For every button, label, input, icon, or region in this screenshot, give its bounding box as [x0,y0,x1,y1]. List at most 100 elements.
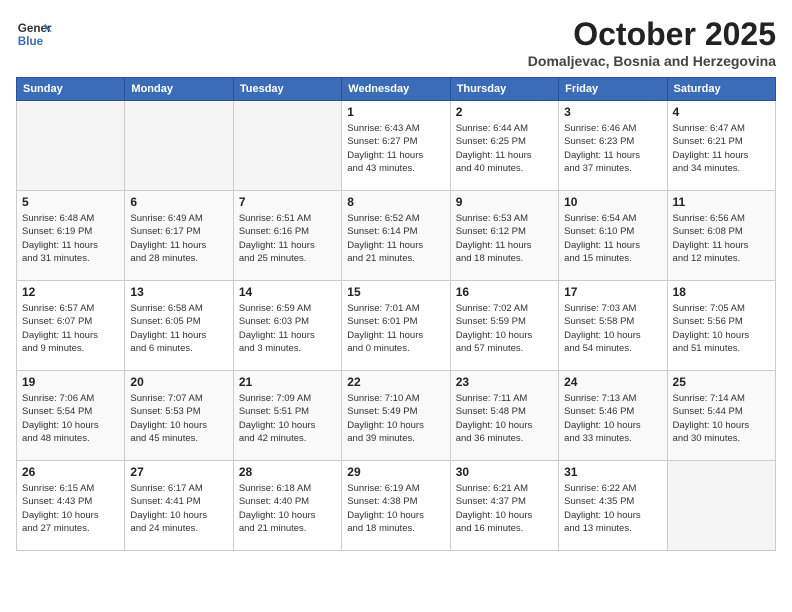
calendar-cell: 8 Sunrise: 6:52 AM Sunset: 6:14 PM Daylig… [342,191,450,281]
month-title: October 2025 [528,16,776,53]
calendar-cell: 12 Sunrise: 6:57 AM Sunset: 6:07 PM Dayli… [17,281,125,371]
calendar-cell: 31 Sunrise: 6:22 AM Sunset: 4:35 PM Dayli… [559,461,667,551]
day-info: Sunrise: 6:57 AM Sunset: 6:07 PM Dayligh… [22,302,119,355]
weekday-header-thursday: Thursday [450,78,558,101]
day-info: Sunrise: 6:51 AM Sunset: 6:16 PM Dayligh… [239,212,336,265]
day-info: Sunrise: 7:07 AM Sunset: 5:53 PM Dayligh… [130,392,227,445]
day-number: 24 [564,375,661,389]
weekday-header-tuesday: Tuesday [233,78,341,101]
calendar-cell: 17Sunrise: 7:03 AM Sunset: 5:58 PM Dayli… [559,281,667,371]
calendar-cell: 16Sunrise: 7:02 AM Sunset: 5:59 PM Dayli… [450,281,558,371]
day-number: 26 [22,465,119,479]
day-number: 12 [22,285,119,299]
calendar-cell: 15 Sunrise: 7:01 AM Sunset: 6:01 PM Dayli… [342,281,450,371]
day-info: Sunrise: 6:58 AM Sunset: 6:05 PM Dayligh… [130,302,227,355]
day-number: 28 [239,465,336,479]
day-number: 5 [22,195,119,209]
day-number: 8 [347,195,444,209]
calendar-cell: 19 Sunrise: 7:06 AM Sunset: 5:54 PM Dayli… [17,371,125,461]
svg-text:Blue: Blue [18,35,44,48]
day-number: 7 [239,195,336,209]
day-info: Sunrise: 6:47 AM Sunset: 6:21 PM Dayligh… [673,122,770,175]
calendar-cell [667,461,775,551]
day-info: Sunrise: 6:18 AM Sunset: 4:40 PM Dayligh… [239,482,336,535]
day-info: Sunrise: 7:14 AM Sunset: 5:44 PM Dayligh… [673,392,770,445]
day-info: Sunrise: 7:09 AM Sunset: 5:51 PM Dayligh… [239,392,336,445]
calendar-cell [125,101,233,191]
calendar-cell: 26 Sunrise: 6:15 AM Sunset: 4:43 PM Dayli… [17,461,125,551]
week-row-4: 19 Sunrise: 7:06 AM Sunset: 5:54 PM Dayli… [17,371,776,461]
day-info: Sunrise: 6:15 AM Sunset: 4:43 PM Dayligh… [22,482,119,535]
day-number: 13 [130,285,227,299]
calendar-cell: 20 Sunrise: 7:07 AM Sunset: 5:53 PM Dayli… [125,371,233,461]
week-row-5: 26 Sunrise: 6:15 AM Sunset: 4:43 PM Dayli… [17,461,776,551]
day-info: Sunrise: 6:19 AM Sunset: 4:38 PM Dayligh… [347,482,444,535]
page-header: General Blue October 2025 Domaljevac, Bo… [16,16,776,69]
calendar-cell: 23 Sunrise: 7:11 AM Sunset: 5:48 PM Dayli… [450,371,558,461]
day-number: 22 [347,375,444,389]
day-info: Sunrise: 6:49 AM Sunset: 6:17 PM Dayligh… [130,212,227,265]
day-number: 9 [456,195,553,209]
calendar-cell [233,101,341,191]
calendar-cell: 25Sunrise: 7:14 AM Sunset: 5:44 PM Dayli… [667,371,775,461]
day-info: Sunrise: 6:17 AM Sunset: 4:41 PM Dayligh… [130,482,227,535]
day-number: 21 [239,375,336,389]
weekday-header-monday: Monday [125,78,233,101]
calendar-cell: 5 Sunrise: 6:48 AM Sunset: 6:19 PM Daylig… [17,191,125,281]
logo: General Blue [16,16,52,52]
day-number: 17 [564,285,661,299]
day-info: Sunrise: 7:11 AM Sunset: 5:48 PM Dayligh… [456,392,553,445]
day-number: 20 [130,375,227,389]
day-number: 19 [22,375,119,389]
day-info: Sunrise: 7:13 AM Sunset: 5:46 PM Dayligh… [564,392,661,445]
calendar-cell: 13 Sunrise: 6:58 AM Sunset: 6:05 PM Dayli… [125,281,233,371]
day-info: Sunrise: 7:05 AM Sunset: 5:56 PM Dayligh… [673,302,770,355]
day-info: Sunrise: 6:59 AM Sunset: 6:03 PM Dayligh… [239,302,336,355]
day-info: Sunrise: 6:52 AM Sunset: 6:14 PM Dayligh… [347,212,444,265]
day-number: 31 [564,465,661,479]
calendar-cell: 28 Sunrise: 6:18 AM Sunset: 4:40 PM Dayli… [233,461,341,551]
logo-icon: General Blue [16,16,52,52]
week-row-2: 5 Sunrise: 6:48 AM Sunset: 6:19 PM Daylig… [17,191,776,281]
day-number: 1 [347,105,444,119]
day-number: 23 [456,375,553,389]
day-info: Sunrise: 6:54 AM Sunset: 6:10 PM Dayligh… [564,212,661,265]
calendar-cell: 14 Sunrise: 6:59 AM Sunset: 6:03 PM Dayli… [233,281,341,371]
calendar-cell: 4 Sunrise: 6:47 AM Sunset: 6:21 PM Daylig… [667,101,775,191]
calendar-cell: 22 Sunrise: 7:10 AM Sunset: 5:49 PM Dayli… [342,371,450,461]
day-info: Sunrise: 7:06 AM Sunset: 5:54 PM Dayligh… [22,392,119,445]
day-number: 11 [673,195,770,209]
day-number: 4 [673,105,770,119]
calendar-cell: 1 Sunrise: 6:43 AM Sunset: 6:27 PM Daylig… [342,101,450,191]
day-info: Sunrise: 7:10 AM Sunset: 5:49 PM Dayligh… [347,392,444,445]
day-info: Sunrise: 7:01 AM Sunset: 6:01 PM Dayligh… [347,302,444,355]
day-info: Sunrise: 6:22 AM Sunset: 4:35 PM Dayligh… [564,482,661,535]
weekday-header-friday: Friday [559,78,667,101]
day-number: 16 [456,285,553,299]
calendar-cell: 29Sunrise: 6:19 AM Sunset: 4:38 PM Dayli… [342,461,450,551]
day-number: 6 [130,195,227,209]
calendar-cell: 24 Sunrise: 7:13 AM Sunset: 5:46 PM Dayli… [559,371,667,461]
day-number: 10 [564,195,661,209]
day-number: 27 [130,465,227,479]
calendar-table: SundayMondayTuesdayWednesdayThursdayFrid… [16,77,776,551]
day-number: 15 [347,285,444,299]
weekday-header-wednesday: Wednesday [342,78,450,101]
day-number: 3 [564,105,661,119]
day-info: Sunrise: 6:44 AM Sunset: 6:25 PM Dayligh… [456,122,553,175]
calendar-cell [17,101,125,191]
title-block: October 2025 Domaljevac, Bosnia and Herz… [528,16,776,69]
calendar-cell: 30Sunrise: 6:21 AM Sunset: 4:37 PM Dayli… [450,461,558,551]
day-info: Sunrise: 6:48 AM Sunset: 6:19 PM Dayligh… [22,212,119,265]
week-row-3: 12 Sunrise: 6:57 AM Sunset: 6:07 PM Dayli… [17,281,776,371]
day-number: 2 [456,105,553,119]
calendar-cell: 21 Sunrise: 7:09 AM Sunset: 5:51 PM Dayli… [233,371,341,461]
calendar-cell: 2 Sunrise: 6:44 AM Sunset: 6:25 PM Daylig… [450,101,558,191]
calendar-cell: 7 Sunrise: 6:51 AM Sunset: 6:16 PM Daylig… [233,191,341,281]
day-number: 14 [239,285,336,299]
day-info: Sunrise: 6:43 AM Sunset: 6:27 PM Dayligh… [347,122,444,175]
day-info: Sunrise: 6:21 AM Sunset: 4:37 PM Dayligh… [456,482,553,535]
day-number: 18 [673,285,770,299]
location-subtitle: Domaljevac, Bosnia and Herzegovina [528,53,776,69]
calendar-cell: 18 Sunrise: 7:05 AM Sunset: 5:56 PM Dayli… [667,281,775,371]
